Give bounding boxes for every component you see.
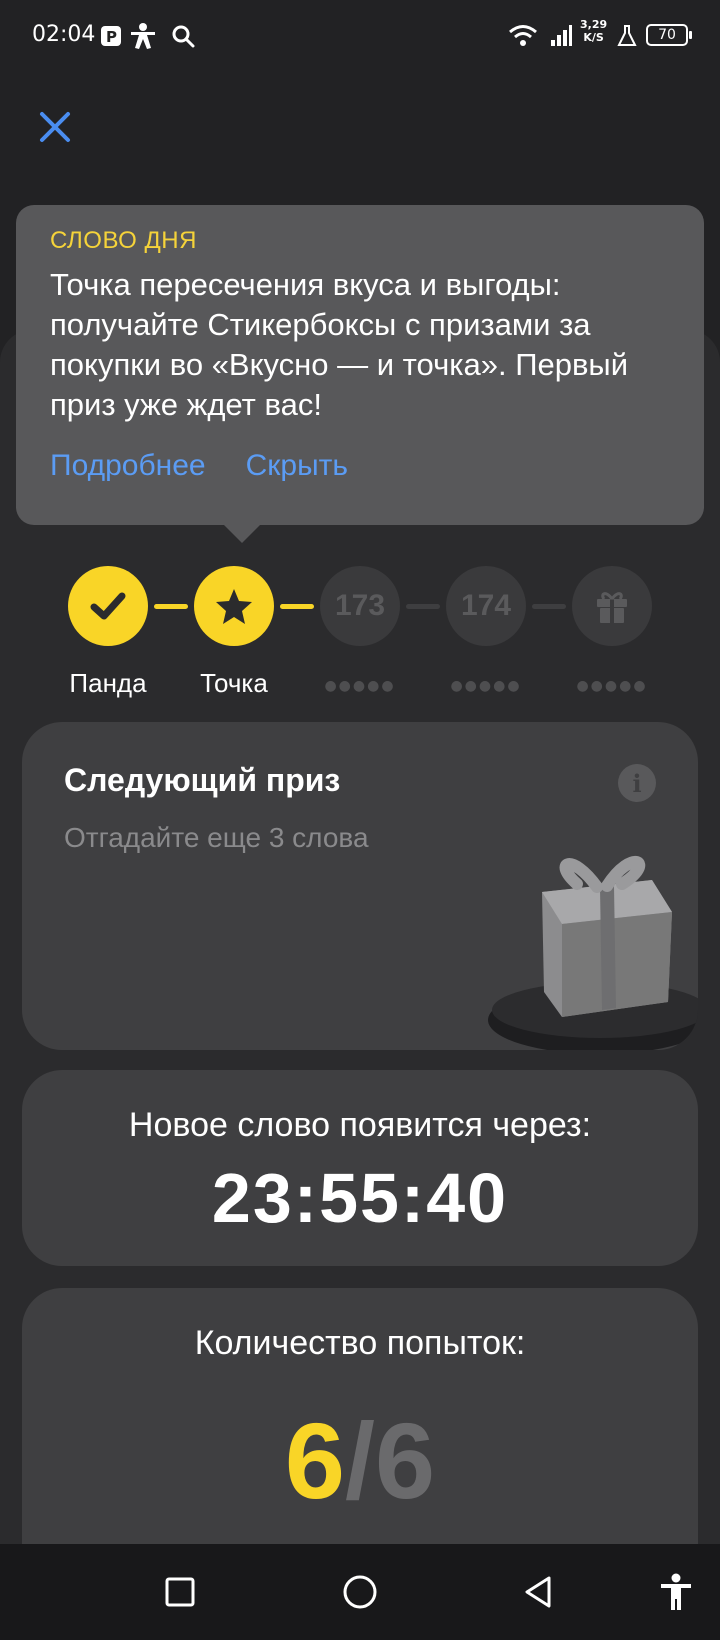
signal-icon: [546, 20, 576, 52]
gift-box-image: [488, 855, 698, 1050]
step-connector: [154, 604, 188, 609]
gift-icon: [597, 592, 627, 623]
step-label-tochka: Точка: [200, 668, 268, 698]
step-connector: [532, 604, 566, 609]
network-speed-unit: K/S: [583, 31, 604, 44]
tooltip-title: СЛОВО ДНЯ: [50, 227, 197, 254]
attempts-max: 6: [375, 1400, 436, 1521]
status-time: 02:04: [32, 22, 96, 47]
attempts-separator: /: [344, 1400, 375, 1521]
back-icon: [525, 1576, 551, 1608]
wifi-icon: [508, 20, 538, 52]
home-icon: [343, 1575, 377, 1609]
progress-steps: 173 174 Панда Точка ●●●●● ●●●●● ●●●●●: [0, 560, 720, 700]
accessibility-status-icon: [128, 20, 158, 52]
tooltip-actions: Подробнее Скрыть: [50, 449, 670, 483]
accessibility-icon: [661, 1573, 691, 1610]
network-speed-value: 3,29: [580, 18, 608, 31]
star-icon: [216, 589, 252, 624]
step-174[interactable]: 174: [446, 566, 526, 646]
timer-value: 23:55:40: [211, 1159, 509, 1237]
attempts-current: 6: [284, 1400, 345, 1521]
step-hidden-dots: ●●●●●: [576, 678, 648, 694]
home-button[interactable]: [336, 1568, 384, 1616]
prize-subtitle: Отгадайте еще 3 слова: [64, 822, 369, 853]
close-button[interactable]: [36, 108, 74, 146]
info-icon[interactable]: i: [618, 764, 656, 802]
attempts-value: 6/6: [22, 1398, 698, 1523]
close-icon: [40, 112, 70, 142]
step-connector: [406, 604, 440, 609]
battery-indicator: 70: [646, 24, 692, 46]
search-status-icon: [168, 20, 198, 52]
attempts-label: Количество попыток:: [194, 1324, 526, 1362]
svg-text:P: P: [106, 28, 117, 46]
step-gift[interactable]: [572, 566, 652, 646]
flask-icon: [612, 20, 642, 52]
accessibility-button[interactable]: [652, 1568, 700, 1616]
step-connector: [280, 604, 314, 609]
system-nav-bar: [0, 1544, 720, 1640]
app-notification-icon: P: [96, 20, 126, 52]
new-word-timer-card: Новое слово появится через: 23:55:40: [22, 1070, 698, 1266]
word-of-day-tooltip: СЛОВО ДНЯ Точка пересечения вкуса и выго…: [16, 205, 704, 543]
more-link[interactable]: Подробнее: [50, 449, 206, 483]
step-hidden-dots: ●●●●●: [324, 678, 396, 694]
next-prize-card[interactable]: Следующий приз Отгадайте еще 3 слова i: [22, 722, 698, 1050]
prize-title: Следующий приз: [64, 762, 341, 798]
back-button[interactable]: [514, 1568, 562, 1616]
timer-label: Новое слово появится через:: [128, 1106, 592, 1144]
status-bar: 02:04 P 3,29 K/S 70: [0, 0, 720, 72]
step-tochka[interactable]: [194, 566, 274, 646]
step-panda[interactable]: [68, 566, 148, 646]
step-label-panda: Панда: [69, 668, 147, 698]
check-icon: [90, 592, 126, 620]
tooltip-text: Точка пересечения вкуса и выгоды: получа…: [50, 267, 629, 422]
recents-icon: [165, 1577, 195, 1607]
network-speed: 3,29 K/S: [580, 18, 607, 44]
recents-button[interactable]: [156, 1568, 204, 1616]
step-hidden-dots: ●●●●●: [450, 678, 522, 694]
step-173[interactable]: 173: [320, 566, 400, 646]
hide-link[interactable]: Скрыть: [246, 449, 348, 483]
